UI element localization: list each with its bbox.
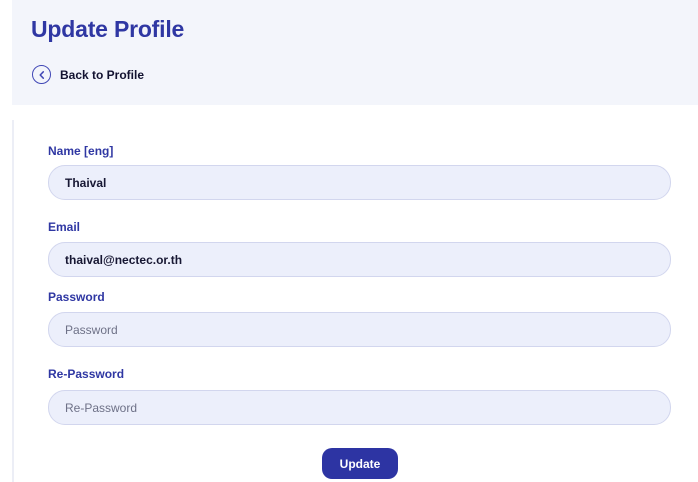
card-left-border — [12, 120, 14, 482]
password-input[interactable] — [48, 312, 671, 347]
page-title: Update Profile — [31, 16, 185, 42]
name-label: Name [eng] — [48, 144, 114, 158]
update-profile-page: Update Profile Back to Profile Name [eng… — [0, 0, 698, 482]
password-label: Password — [48, 290, 105, 304]
update-button[interactable]: Update — [322, 448, 398, 479]
email-input[interactable] — [48, 242, 671, 277]
repassword-label: Re-Password — [48, 367, 125, 381]
back-to-profile-link[interactable]: Back to Profile — [32, 65, 144, 84]
email-label: Email — [48, 220, 81, 234]
back-to-profile-label: Back to Profile — [60, 67, 145, 82]
name-input[interactable] — [48, 165, 671, 200]
repassword-input[interactable] — [48, 390, 671, 425]
chevron-left-circle-icon — [32, 65, 51, 84]
